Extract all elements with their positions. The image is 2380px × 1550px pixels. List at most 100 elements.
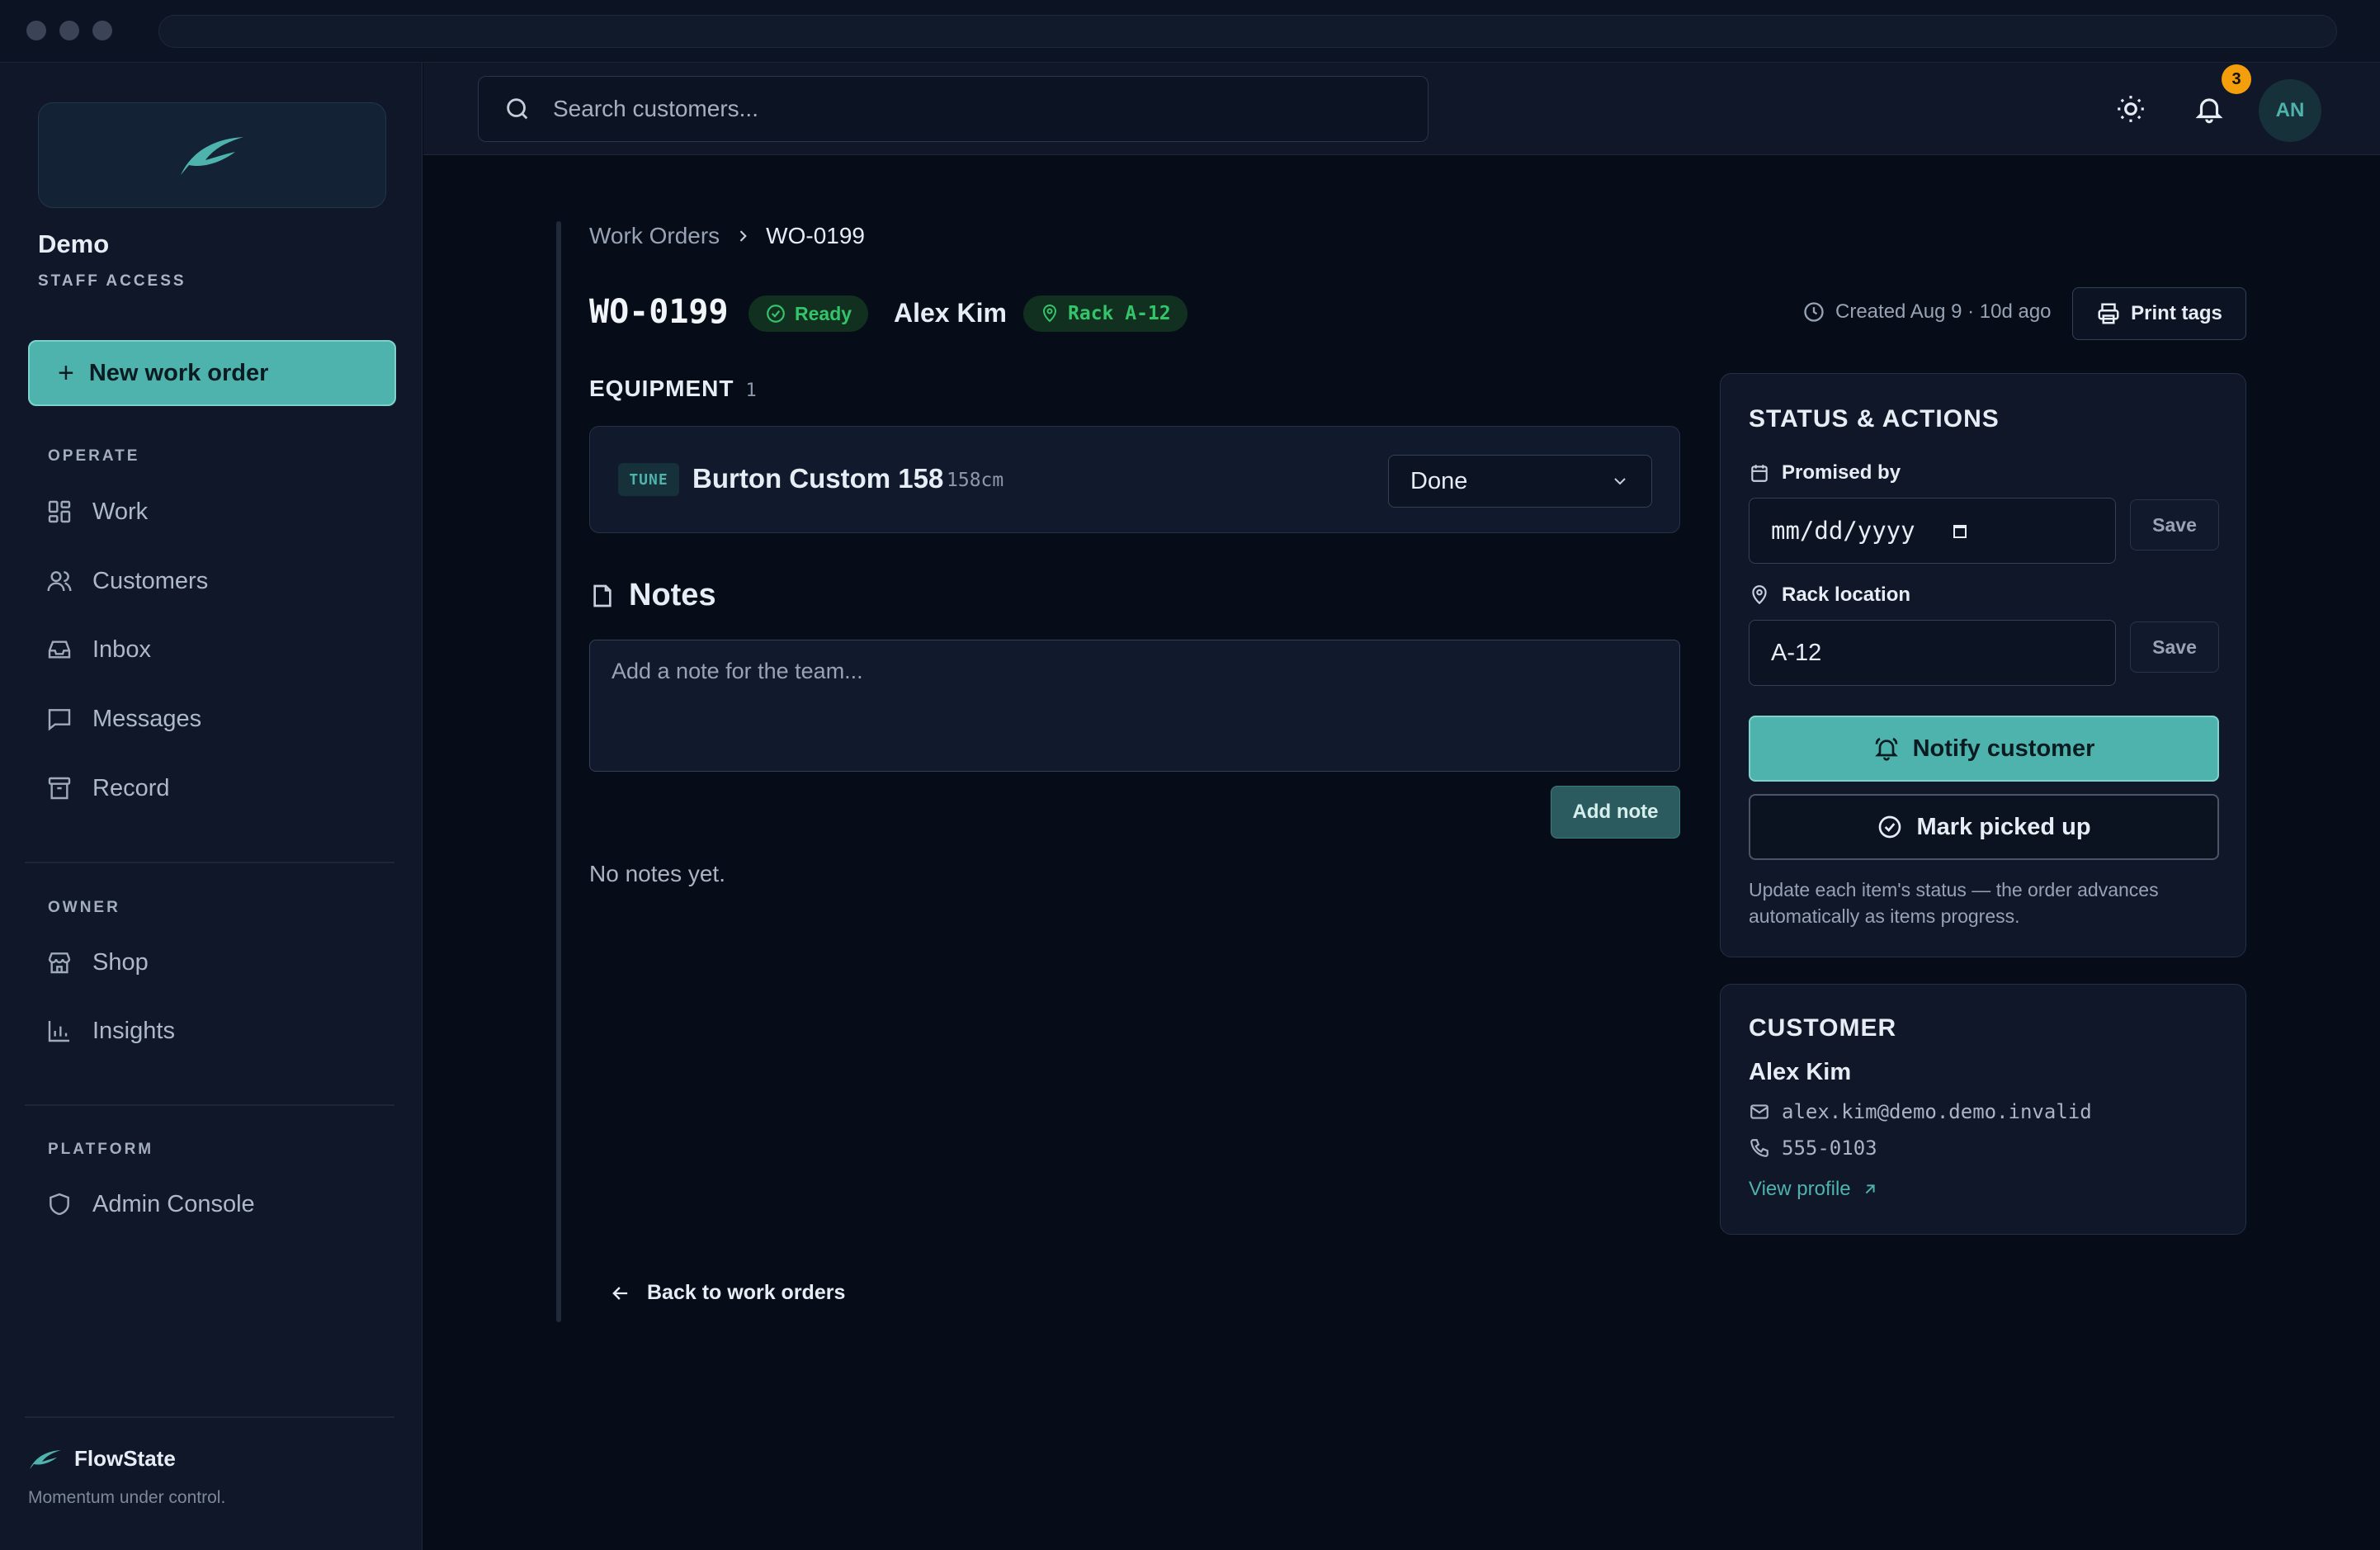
customer-phone-text[interactable]: 555-0103 — [1782, 1137, 1877, 1160]
equipment-size: 158cm — [947, 470, 1004, 491]
customer-email: alex.kim@demo.demo.invalid — [1749, 1100, 2092, 1123]
window-chrome — [0, 0, 2380, 63]
sidebar-item-label: Shop — [92, 948, 149, 976]
sidebar-item-record[interactable]: Record — [46, 763, 170, 813]
status-panel-title: STATUS & ACTIONS — [1749, 405, 2000, 432]
rack-location-label: Rack location — [1749, 584, 1910, 607]
empty-notes-text: No notes yet. — [589, 861, 725, 886]
created-timestamp: Created Aug 9 · 10d ago — [1802, 300, 2052, 324]
sidebar: Demo STAFF ACCESS + New work order OPERA… — [0, 63, 423, 1550]
equipment-name: Burton Custom 158 — [692, 463, 944, 494]
arrow-left-icon — [612, 1286, 628, 1300]
grid-icon — [48, 500, 71, 523]
check-circle-icon — [1879, 815, 1901, 839]
arrow-up-right-icon — [1865, 1184, 1875, 1194]
archive-icon — [48, 777, 71, 800]
view-profile-link[interactable]: View profile — [1749, 1178, 1879, 1201]
sidebar-item-label: Customers — [92, 567, 209, 594]
status-label: Ready — [795, 302, 852, 324]
map-pin-icon — [1752, 585, 1767, 605]
rack-location-value: A-12 — [1771, 639, 1822, 666]
note-textarea[interactable]: Add a note for the team... — [589, 640, 1680, 772]
mark-picked-up-button[interactable]: Mark picked up — [1749, 794, 2219, 860]
customer-email-text[interactable]: alex.kim@demo.demo.invalid — [1782, 1100, 2092, 1123]
breadcrumb-current: WO-0199 — [766, 223, 865, 248]
rack-label: Rack A-12 — [1068, 303, 1171, 324]
print-tags-label: Print tags — [2131, 302, 2222, 324]
window-maximize-dot[interactable] — [92, 21, 112, 40]
window-close-dot[interactable] — [26, 21, 46, 40]
status-badge: Ready — [748, 295, 869, 332]
mark-picked-up-label: Mark picked up — [1916, 813, 2091, 840]
store-icon — [48, 952, 71, 974]
status-hint-text: Update each item's status — the order ad… — [1749, 879, 2159, 927]
item-status-select[interactable]: Done — [1388, 455, 1652, 508]
theme-toggle-button[interactable] — [2108, 86, 2154, 132]
plus-icon: + — [58, 357, 74, 389]
notify-customer-label: Notify customer — [1912, 735, 2095, 762]
sun-icon — [2118, 96, 2144, 122]
sidebar-item-admin-console[interactable]: Admin Console — [46, 1179, 255, 1229]
file-icon — [593, 584, 612, 607]
feather-logo-icon — [30, 1449, 61, 1469]
promised-by-label: Promised by — [1749, 461, 1901, 484]
feather-logo-icon — [181, 137, 243, 175]
section-label-operate: OPERATE — [48, 447, 140, 465]
back-label: Back to work orders — [647, 1281, 846, 1304]
breadcrumb-parent-link[interactable]: Work Orders — [589, 223, 720, 249]
notifications-button[interactable] — [2186, 86, 2232, 132]
chevron-right-icon — [739, 230, 747, 242]
sidebar-item-label: Insights — [92, 1017, 175, 1044]
map-pin-icon — [1042, 305, 1057, 323]
work-order-id: WO-0199 — [589, 293, 729, 331]
printer-icon — [2098, 303, 2119, 324]
customer-panel-title: CUSTOMER — [1749, 1014, 1897, 1042]
print-tags-button[interactable]: Print tags — [2072, 287, 2246, 340]
sidebar-item-label: Record — [92, 774, 170, 801]
section-label-owner: OWNER — [48, 899, 120, 916]
status-actions-panel: STATUS & ACTIONS Promised by mm/dd/yyyy … — [1720, 373, 2246, 957]
content-rule — [556, 221, 561, 1322]
created-label: Created Aug 9 · 10d ago — [1835, 300, 2052, 323]
window-minimize-dot[interactable] — [59, 21, 79, 40]
top-bar: Search customers... — [423, 63, 2380, 155]
notify-customer-button[interactable]: Notify customer — [1749, 716, 2219, 782]
users-icon — [47, 571, 72, 592]
phone-icon — [1750, 1139, 1768, 1157]
sidebar-item-shop[interactable]: Shop — [46, 938, 149, 987]
rack-location-input[interactable]: A-12 — [1749, 620, 2116, 686]
search-input[interactable]: Search customers... — [478, 76, 1428, 142]
chevron-down-icon — [1614, 478, 1626, 485]
sidebar-item-messages[interactable]: Messages — [46, 694, 201, 744]
sidebar-item-insights[interactable]: Insights — [46, 1006, 175, 1056]
calendar-picker-icon[interactable] — [1950, 521, 1970, 541]
sidebar-divider — [25, 1416, 394, 1418]
notes-heading: Notes — [589, 578, 716, 613]
notes-title: Notes — [629, 578, 716, 612]
customer-phone: 555-0103 — [1749, 1137, 1877, 1160]
bell-ring-icon — [1874, 737, 1898, 761]
equipment-card: TUNE Burton Custom 158 158cm Done — [589, 426, 1680, 533]
sidebar-item-label: Admin Console — [92, 1190, 255, 1217]
check-circle-icon — [767, 305, 785, 323]
rack-badge: Rack A-12 — [1023, 295, 1188, 332]
save-rack-button[interactable]: Save — [2130, 621, 2219, 673]
clock-icon — [1804, 302, 1824, 322]
save-promised-button[interactable]: Save — [2130, 499, 2219, 551]
promised-date-input[interactable]: mm/dd/yyyy — [1749, 498, 2116, 564]
address-bar[interactable] — [158, 15, 2337, 48]
sidebar-divider — [25, 1104, 394, 1106]
footer-brand-name: FlowState — [74, 1446, 176, 1471]
rack-location-text: Rack location — [1782, 584, 1911, 606]
sidebar-item-label: Inbox — [92, 636, 151, 663]
avatar[interactable]: AN — [2259, 79, 2321, 142]
search-placeholder: Search customers... — [553, 96, 758, 121]
new-work-order-button[interactable]: + New work order — [28, 340, 396, 406]
add-note-button[interactable]: Add note — [1551, 786, 1680, 839]
brand-logo[interactable] — [38, 102, 386, 208]
sidebar-item-work[interactable]: Work — [46, 487, 148, 536]
sidebar-item-inbox[interactable]: Inbox — [46, 625, 151, 674]
sidebar-item-customers[interactable]: Customers — [46, 556, 208, 606]
back-to-work-orders-link[interactable]: Back to work orders — [609, 1281, 845, 1305]
footer-brand: FlowState — [28, 1446, 176, 1472]
